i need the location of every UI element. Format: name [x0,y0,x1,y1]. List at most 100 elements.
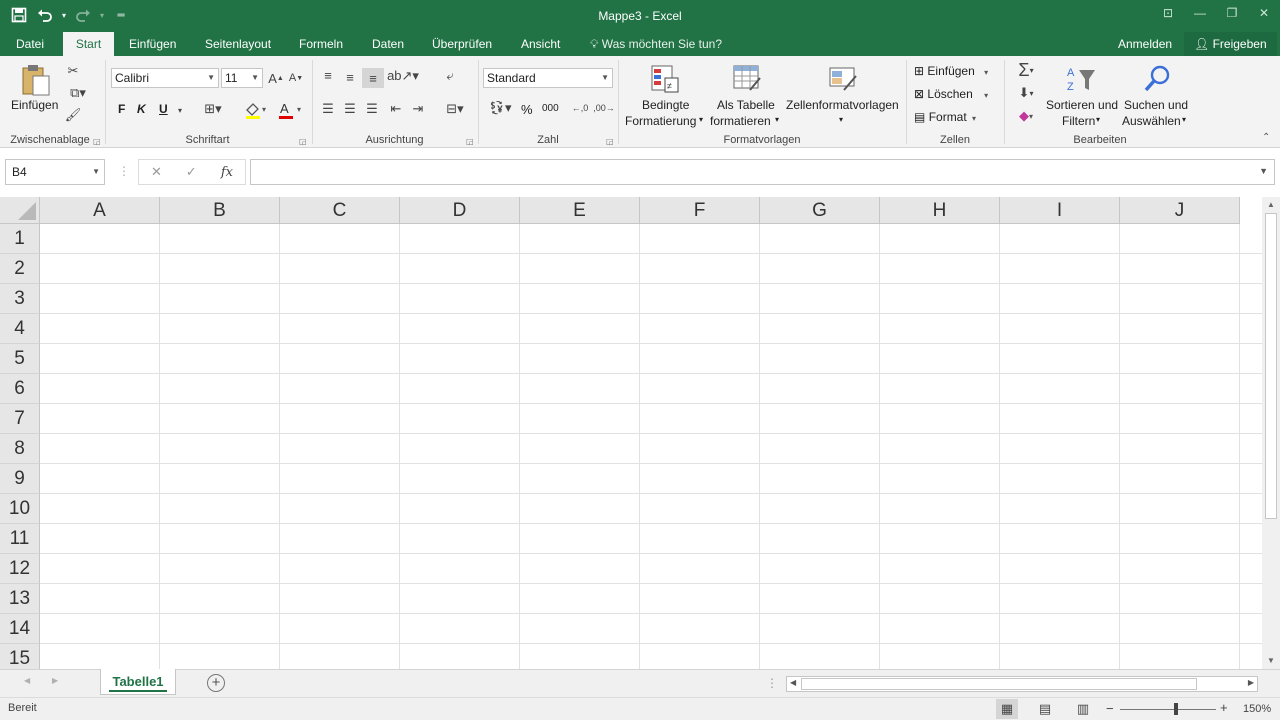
align-middle-icon[interactable]: ≡ [340,68,360,86]
search-icon[interactable] [1140,62,1174,96]
zoom-out-icon[interactable]: − [1106,701,1114,716]
ribbon-display-options-icon[interactable]: ⊡ [1152,0,1184,26]
conditional-formatting-line2[interactable]: Formatierung [625,114,696,128]
sort-filter-icon[interactable]: AZ [1064,62,1098,96]
insert-function-button[interactable]: fx [221,165,233,180]
column-header[interactable]: D [400,197,520,224]
font-color-icon[interactable]: A ▾ [276,100,306,120]
row-header[interactable]: 5 [0,344,40,374]
enter-icon[interactable]: ✓ [186,164,197,180]
minimize-icon[interactable]: — [1184,0,1216,26]
conditional-formatting-line1[interactable]: Bedingte [642,98,689,112]
decrease-decimal-icon[interactable]: ,00→ [593,98,615,118]
font-size-select[interactable]: 11 ▼ [221,68,263,88]
conditional-formatting-icon[interactable]: ≠ [648,62,682,96]
clipboard-launcher-icon[interactable]: ◲ [93,137,101,146]
scroll-left-icon[interactable]: ◀ [790,678,796,687]
sheet-tab-tabelle1[interactable]: Tabelle1 [100,669,176,695]
row-header[interactable]: 2 [0,254,40,284]
zoom-slider-thumb[interactable] [1174,703,1178,715]
column-header[interactable]: I [1000,197,1120,224]
borders-icon[interactable]: ⊞▾ [198,100,228,118]
font-launcher-icon[interactable]: ◲ [299,137,307,146]
collapse-ribbon-icon[interactable]: ⌃ [1262,132,1270,143]
align-bottom-icon[interactable]: ≡ [362,68,384,88]
increase-font-icon[interactable]: A ▲ [268,68,284,88]
vertical-scrollbar[interactable]: ▲ ▼ [1262,197,1280,669]
next-sheet-icon[interactable]: ▶ [52,676,58,685]
number-launcher-icon[interactable]: ◲ [606,137,614,146]
row-header[interactable]: 15 [0,644,40,669]
page-break-view-icon[interactable]: ▥ [1072,699,1094,719]
increase-indent-icon[interactable]: ⇥ [408,100,428,118]
column-header[interactable]: H [880,197,1000,224]
tab-start[interactable]: Start [63,32,114,56]
chevron-down-icon[interactable]: ▾ [1096,115,1100,124]
merge-center-icon[interactable]: ⊟▾ [440,100,470,118]
tab-seitenlayout[interactable]: Seitenlayout [205,32,271,56]
column-header[interactable]: C [280,197,400,224]
cell-area[interactable] [40,224,1262,669]
font-name-select[interactable]: Calibri ▼ [111,68,219,88]
row-header[interactable]: 7 [0,404,40,434]
cell-styles-label[interactable]: Zellenformatvorlagen [786,98,899,112]
row-header[interactable]: 4 [0,314,40,344]
column-header[interactable]: J [1120,197,1240,224]
decrease-indent-icon[interactable]: ⇤ [386,100,406,118]
chevron-down-icon[interactable]: ▾ [1182,115,1186,124]
row-header[interactable]: 1 [0,224,40,254]
align-left-icon[interactable]: ☰ [318,100,338,118]
sort-filter-line1[interactable]: Sortieren und [1046,98,1118,112]
clear-icon[interactable]: ◆ ▾ [1010,106,1042,126]
previous-sheet-icon[interactable]: ◀ [24,676,30,685]
formula-bar-splitter-icon[interactable]: ⋮ [118,164,130,178]
percent-button[interactable]: % [521,102,533,117]
expand-formula-bar-icon[interactable]: ▼ [1259,166,1268,176]
cell-styles-icon[interactable] [826,62,860,96]
format-as-table-line1[interactable]: Als Tabelle [717,98,775,112]
decrease-font-icon[interactable]: A ▼ [288,68,304,88]
row-header[interactable]: 6 [0,374,40,404]
format-cells-button[interactable]: ▤ Format ▾ [914,110,976,124]
formula-input[interactable]: ▼ [250,159,1275,185]
row-header[interactable]: 14 [0,614,40,644]
increase-decimal-icon[interactable]: ←,0 [570,98,590,118]
bold-button[interactable]: F [118,102,125,116]
zoom-level[interactable]: 150% [1243,703,1271,715]
alignment-launcher-icon[interactable]: ◲ [466,137,474,146]
find-select-line2[interactable]: Auswählen [1122,114,1181,128]
wrap-text-icon[interactable]: ⤶ [440,66,460,86]
row-header[interactable]: 11 [0,524,40,554]
row-header[interactable]: 13 [0,584,40,614]
column-header[interactable]: F [640,197,760,224]
restore-icon[interactable]: ❐ [1216,0,1248,26]
scroll-up-icon[interactable]: ▲ [1264,198,1278,212]
page-layout-view-icon[interactable]: ▤ [1034,699,1056,719]
new-sheet-icon[interactable]: + [207,674,225,692]
vertical-scroll-thumb[interactable] [1265,213,1277,519]
close-icon[interactable]: ✕ [1248,0,1280,26]
column-header[interactable]: A [40,197,160,224]
tab-einfuegen[interactable]: Einfügen [129,32,176,56]
format-painter-icon[interactable]: 🖌︎ [64,106,82,124]
copy-icon[interactable]: ⧉▾ [64,84,92,102]
sign-in-link[interactable]: Anmelden [1118,32,1172,56]
tab-ansicht[interactable]: Ansicht [521,32,560,56]
column-header[interactable]: B [160,197,280,224]
insert-cells-button[interactable]: ⊞ Einfügen ▾ [914,64,988,78]
paste-icon[interactable] [16,62,56,98]
align-right-icon[interactable]: ☰ [362,100,382,118]
sort-filter-line2[interactable]: Filtern [1062,114,1095,128]
normal-view-icon[interactable]: ▦ [996,699,1018,719]
chevron-down-icon[interactable]: ▾ [839,115,843,124]
number-format-select[interactable]: Standard ▼ [483,68,613,88]
fill-down-icon[interactable]: ⬇ ▾ [1010,83,1042,103]
scroll-down-icon[interactable]: ▼ [1264,654,1278,668]
row-header[interactable]: 9 [0,464,40,494]
tab-splitter-icon[interactable]: ⋮ [766,676,778,690]
orientation-icon[interactable]: ab↗▾ [387,66,419,86]
row-header[interactable]: 12 [0,554,40,584]
column-header[interactable]: E [520,197,640,224]
column-header[interactable]: G [760,197,880,224]
scroll-right-icon[interactable]: ▶ [1248,678,1254,687]
